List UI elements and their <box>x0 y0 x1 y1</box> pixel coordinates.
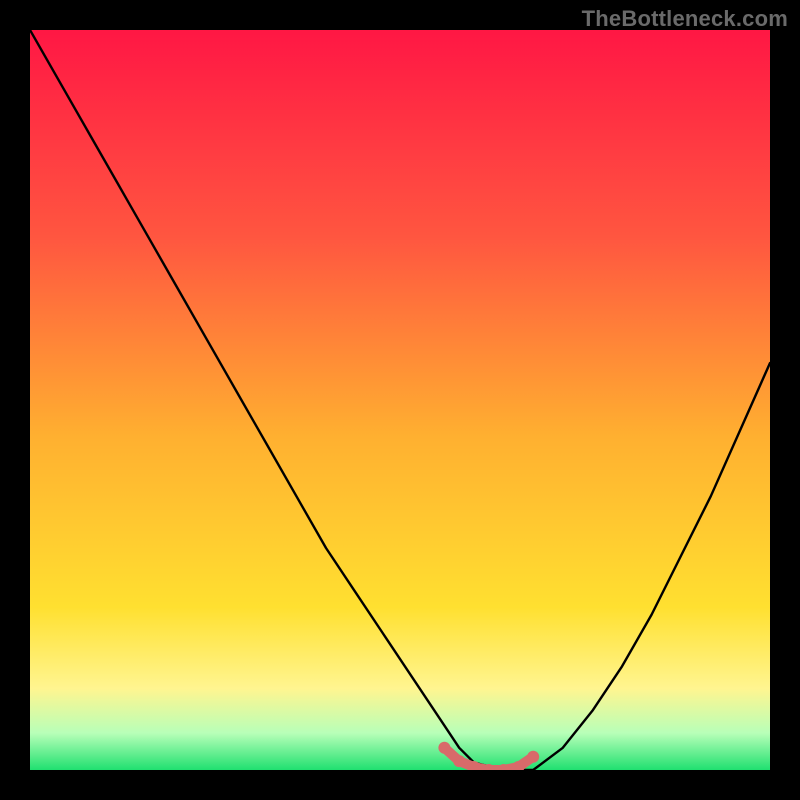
chart-frame: TheBottleneck.com <box>0 0 800 800</box>
optimal-dot <box>438 742 450 754</box>
watermark-label: TheBottleneck.com <box>582 6 788 32</box>
plot-area <box>30 30 770 770</box>
optimal-dot <box>453 755 465 767</box>
optimal-dot <box>527 751 539 763</box>
bottleneck-curve <box>30 30 770 770</box>
curve-layer <box>30 30 770 770</box>
